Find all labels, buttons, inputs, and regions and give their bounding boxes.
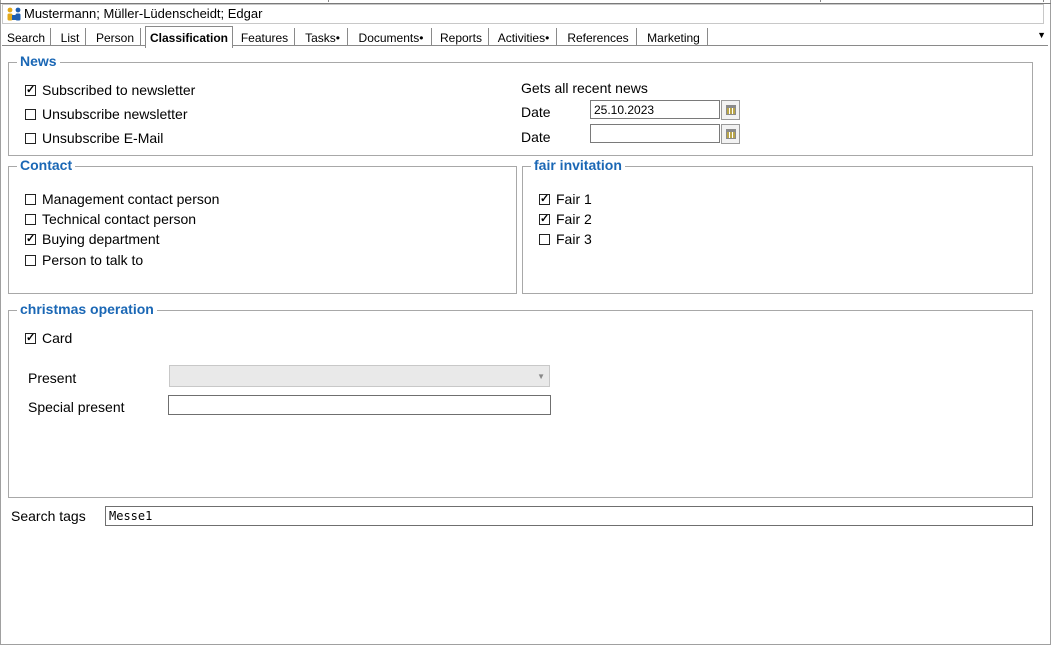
tab-overflow-arrow-icon[interactable]: ▼ xyxy=(1037,30,1046,40)
date-field-2[interactable] xyxy=(590,124,720,143)
person-to-talk-checkbox[interactable]: Person to talk to xyxy=(25,252,143,268)
checkbox-label: Subscribed to newsletter xyxy=(42,82,196,98)
checkbox-box[interactable] xyxy=(25,214,36,225)
record-title-bar: Mustermann; Müller-Lüdenscheidt; Edgar xyxy=(2,4,1044,24)
fair-2-checkbox[interactable]: ✓ Fair 2 xyxy=(539,211,592,227)
tab-list[interactable]: List xyxy=(55,28,86,46)
checkbox-label: Fair 3 xyxy=(556,231,592,247)
special-present-input[interactable] xyxy=(168,395,551,415)
special-present-label: Special present xyxy=(28,399,125,415)
search-tags-label: Search tags xyxy=(11,508,86,524)
news-info-text: Gets all recent news xyxy=(521,80,648,96)
tab-features[interactable]: Features xyxy=(235,28,295,46)
checkbox-label: Management contact person xyxy=(42,191,220,207)
tab-reports[interactable]: Reports xyxy=(434,28,489,46)
tab-activities[interactable]: Activities• xyxy=(491,28,557,46)
tab-tasks[interactable]: Tasks• xyxy=(298,28,348,46)
checkbox-box[interactable]: ✓ xyxy=(25,84,36,96)
tab-bar: Search List Person Classification Featur… xyxy=(2,26,1048,48)
card-checkbox[interactable]: ✓ Card xyxy=(25,330,72,346)
calendar-icon xyxy=(726,105,736,115)
present-select[interactable]: ▼ xyxy=(169,365,550,387)
checkmark-icon: ✓ xyxy=(540,213,550,225)
checkmark-icon: ✓ xyxy=(540,193,550,205)
calendar-button[interactable] xyxy=(721,124,740,144)
fair-invitation-group: fair invitation xyxy=(522,157,1033,294)
calendar-icon xyxy=(726,129,736,139)
checkbox-box[interactable] xyxy=(25,133,36,144)
date-label: Date xyxy=(521,104,551,120)
chevron-down-icon: ▼ xyxy=(537,372,545,381)
technical-contact-checkbox[interactable]: Technical contact person xyxy=(25,211,196,227)
tab-classification[interactable]: Classification xyxy=(145,26,233,48)
record-title: Mustermann; Müller-Lüdenscheidt; Edgar xyxy=(24,6,263,21)
checkbox-label: Person to talk to xyxy=(42,252,144,268)
checkbox-label: Unsubscribe newsletter xyxy=(42,106,188,122)
fair-invitation-legend: fair invitation xyxy=(531,157,625,173)
contact-group: Contact xyxy=(8,157,517,294)
tab-documents[interactable]: Documents• xyxy=(351,28,432,46)
unsubscribe-email-checkbox[interactable]: Unsubscribe E-Mail xyxy=(25,130,163,146)
management-contact-checkbox[interactable]: Management contact person xyxy=(25,191,219,207)
checkmark-icon: ✓ xyxy=(26,233,36,245)
checkbox-box[interactable] xyxy=(25,194,36,205)
tab-search[interactable]: Search xyxy=(2,28,51,46)
contact-legend: Contact xyxy=(17,157,76,173)
date-field-1[interactable]: 25.10.2023 xyxy=(590,100,720,119)
christmas-legend: christmas operation xyxy=(17,301,157,317)
checkbox-label: Unsubscribe E-Mail xyxy=(42,130,164,146)
checkbox-label: Technical contact person xyxy=(42,211,197,227)
date-label: Date xyxy=(521,129,551,145)
tab-person[interactable]: Person xyxy=(90,28,141,46)
checkbox-box[interactable]: ✓ xyxy=(25,233,36,245)
checkbox-box[interactable]: ✓ xyxy=(539,193,550,205)
tab-marketing[interactable]: Marketing xyxy=(640,28,708,46)
subscribed-newsletter-checkbox[interactable]: ✓ Subscribed to newsletter xyxy=(25,82,195,98)
checkbox-box[interactable]: ✓ xyxy=(25,332,36,344)
checkbox-label: Fair 2 xyxy=(556,211,592,227)
unsubscribe-newsletter-checkbox[interactable]: Unsubscribe newsletter xyxy=(25,106,188,122)
checkmark-icon: ✓ xyxy=(26,332,36,344)
contact-persons-icon xyxy=(7,7,21,21)
checkbox-box[interactable] xyxy=(25,255,36,266)
search-tags-input[interactable]: Messe1 xyxy=(105,506,1033,526)
fair-1-checkbox[interactable]: ✓ Fair 1 xyxy=(539,191,592,207)
news-legend: News xyxy=(17,53,60,69)
checkbox-box[interactable]: ✓ xyxy=(539,213,550,225)
checkmark-icon: ✓ xyxy=(26,84,36,96)
checkbox-box[interactable] xyxy=(25,109,36,120)
checkbox-label: Buying department xyxy=(42,231,160,247)
present-label: Present xyxy=(28,370,77,386)
buying-department-checkbox[interactable]: ✓ Buying department xyxy=(25,231,160,247)
checkbox-box[interactable] xyxy=(539,234,550,245)
fair-3-checkbox[interactable]: Fair 3 xyxy=(539,231,592,247)
checkbox-label: Fair 1 xyxy=(556,191,592,207)
calendar-button[interactable] xyxy=(721,100,740,120)
checkbox-label: Card xyxy=(42,330,73,346)
tab-references[interactable]: References xyxy=(560,28,637,46)
